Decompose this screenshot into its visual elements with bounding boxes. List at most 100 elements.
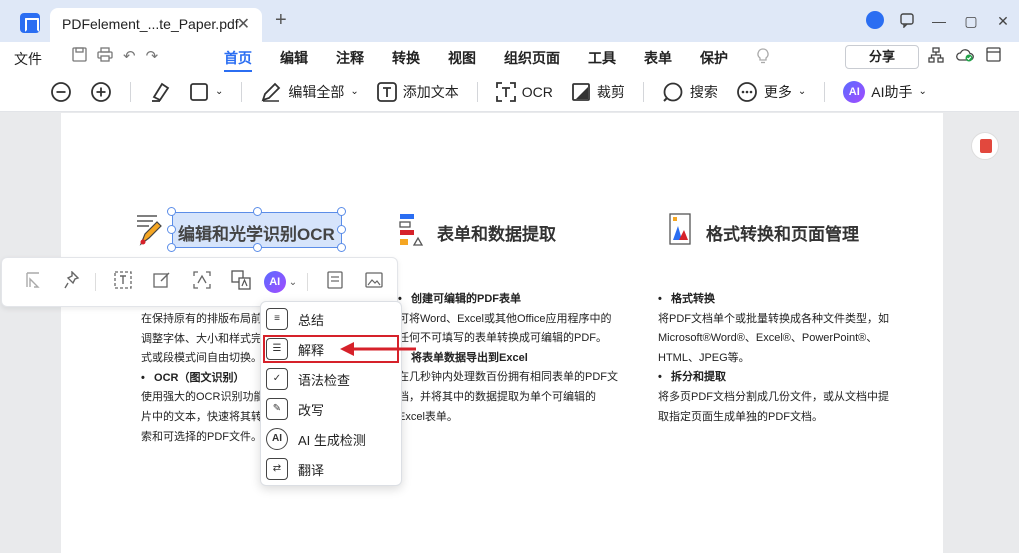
- feedback-icon[interactable]: [891, 12, 923, 31]
- resize-handle[interactable]: [167, 225, 176, 234]
- ai-menu-ai-detection[interactable]: AI AI 生成检测: [263, 425, 399, 453]
- brand-account-icon[interactable]: [859, 10, 891, 32]
- add-text-label: 添加文本: [402, 83, 459, 100]
- ai-menu-label: 解释: [298, 342, 325, 358]
- window-close-icon[interactable]: ✕: [987, 13, 1019, 30]
- resize-handle[interactable]: [337, 207, 346, 216]
- ai-tools-menu: ≡ 总结 ☰ 解释 ✓ 语法检查 ✎ 改写 AI AI 生成检测 ⇄ 翻译: [260, 301, 402, 486]
- toolbar-divider: [94, 273, 96, 291]
- ai-menu-label: 总结: [298, 312, 325, 328]
- ai-menu-grammar-check[interactable]: ✓ 语法检查: [263, 365, 399, 393]
- image-icon[interactable]: [358, 271, 391, 294]
- window-mode-icon[interactable]: [986, 47, 1001, 66]
- ai-menu-rewrite[interactable]: ✎ 改写: [263, 395, 399, 423]
- tab-organize[interactable]: 组织页面: [490, 42, 574, 72]
- ai-menu-summarize[interactable]: ≡ 总结: [263, 305, 399, 333]
- text-box-icon[interactable]: [106, 270, 139, 294]
- tab-view[interactable]: 视图: [434, 42, 490, 72]
- col1-bullet: • OCR（图文识别）: [141, 371, 245, 384]
- resize-handle[interactable]: [253, 207, 262, 216]
- rewrite-icon: ✎: [266, 398, 288, 420]
- new-tab-icon[interactable]: +: [275, 9, 287, 32]
- pin-icon[interactable]: [55, 269, 88, 294]
- add-text-button[interactable]: 添加文本: [376, 81, 459, 102]
- form-data-section-icon: [398, 212, 426, 246]
- ai-assistant-button[interactable]: AI AI助手 ⌄: [843, 80, 927, 103]
- shape-button[interactable]: ⌄: [189, 82, 223, 102]
- undo-icon[interactable]: ↶: [123, 47, 136, 66]
- ai-menu-label: 语法检查: [298, 372, 351, 388]
- col1-line: 使用强大的OCR识别功能: [141, 391, 265, 404]
- app-logo-icon: [20, 13, 40, 33]
- resize-handle[interactable]: [167, 207, 176, 216]
- minimize-icon[interactable]: —: [923, 13, 955, 29]
- note-icon[interactable]: [318, 270, 351, 294]
- resize-handle[interactable]: [337, 225, 346, 234]
- explain-icon: ☰: [266, 338, 288, 360]
- tab-comment[interactable]: 注释: [322, 42, 378, 72]
- ai-icon: AI: [263, 271, 286, 293]
- home-toolbar: ⌄ 编辑全部 ⌄ 添加文本 OCR 裁剪 搜索 更多 ⌄ AI AI助手 ⌄: [0, 72, 1019, 112]
- toolbar-divider: [241, 81, 243, 102]
- col3-line: 将多页PDF文档分割成几份文件，或从文档中提: [658, 390, 889, 403]
- ocr-area-icon[interactable]: [185, 270, 218, 294]
- col3-bullet: • 拆分和提取: [658, 371, 727, 384]
- col2-line: 档，并将其中的数据提取为单个可编辑的: [398, 390, 596, 403]
- select-cursor-icon[interactable]: [16, 271, 49, 294]
- toolbar-divider: [130, 81, 131, 102]
- share-button[interactable]: 分享: [845, 45, 919, 69]
- search-label: 搜索: [689, 83, 718, 100]
- more-label: 更多: [763, 83, 792, 100]
- document-tab[interactable]: PDFelement_...te_Paper.pdf ✕: [50, 8, 262, 42]
- zoom-in-button[interactable]: [90, 81, 112, 103]
- chevron-down-icon: ⌄: [288, 276, 298, 288]
- tab-home[interactable]: 首页: [210, 42, 266, 72]
- translate-icon: ⇄: [266, 458, 288, 480]
- zoom-out-button[interactable]: [50, 81, 72, 103]
- print-icon[interactable]: [97, 47, 113, 66]
- col2-bullet: • 创建可编辑的PDF表单: [398, 293, 522, 305]
- col1-line: 式或段模式间自由切换。: [141, 352, 262, 365]
- col3-line: 取指定页面生成单独的PDF文档。: [658, 410, 823, 423]
- window-controls: — ▢ ✕: [859, 0, 1019, 42]
- section-title-convert-pages: 格式转换和页面管理: [706, 225, 859, 244]
- redo-icon[interactable]: ↷: [146, 47, 159, 66]
- ai-menu-translate[interactable]: ⇄ 翻译: [263, 455, 399, 483]
- toolbar-divider: [307, 273, 309, 291]
- translate-icon[interactable]: [224, 269, 257, 295]
- highlighter-button[interactable]: [149, 81, 171, 103]
- org-chart-icon[interactable]: [928, 47, 944, 66]
- col2-line: 任何不可填写的表单转换成可编辑的PDF。: [398, 332, 607, 345]
- col1-line: 在保持原有的排版布局前: [141, 313, 262, 325]
- tab-tools[interactable]: 工具: [574, 42, 630, 72]
- toolbar-divider: [642, 81, 644, 102]
- edit-all-button[interactable]: 编辑全部 ⌄: [260, 81, 359, 103]
- toolbar-divider: [824, 81, 826, 102]
- col3-line: Microsoft®Word®、Excel®、PowerPoint®、: [658, 332, 878, 345]
- crop-button[interactable]: 裁剪: [571, 82, 625, 102]
- col2-line: 可将Word、Excel或其他Office应用程序中的: [398, 312, 612, 325]
- tab-convert[interactable]: 转换: [378, 42, 434, 72]
- maximize-icon[interactable]: ▢: [955, 13, 987, 30]
- search-button[interactable]: 搜索: [662, 81, 718, 103]
- menu-right-icons: [928, 47, 1001, 66]
- ai-tools-dropdown-button[interactable]: AI ⌄: [263, 271, 298, 293]
- resize-handle[interactable]: [337, 243, 346, 252]
- tab-edit[interactable]: 编辑: [266, 42, 322, 72]
- cloud-sync-icon[interactable]: [956, 47, 974, 66]
- chevron-down-icon: ⌄: [797, 86, 807, 97]
- resize-handle[interactable]: [167, 243, 176, 252]
- pdf-side-panel-icon[interactable]: [971, 132, 999, 160]
- lightbulb-icon[interactable]: [742, 42, 784, 72]
- edit-pen-icon[interactable]: [145, 271, 178, 294]
- menu-file[interactable]: 文件: [14, 49, 42, 69]
- close-tab-icon[interactable]: ✕: [237, 14, 250, 34]
- col3-line: 将PDF文档单个或批量转换成各种文件类型，如: [658, 312, 889, 325]
- more-button[interactable]: 更多 ⌄: [736, 81, 806, 103]
- section-title-form-data: 表单和数据提取: [437, 225, 556, 244]
- ocr-button[interactable]: OCR: [495, 81, 553, 102]
- save-icon[interactable]: [72, 47, 87, 66]
- tab-protect[interactable]: 保护: [686, 42, 742, 72]
- crop-label: 裁剪: [596, 83, 625, 100]
- tab-form[interactable]: 表单: [630, 42, 686, 72]
